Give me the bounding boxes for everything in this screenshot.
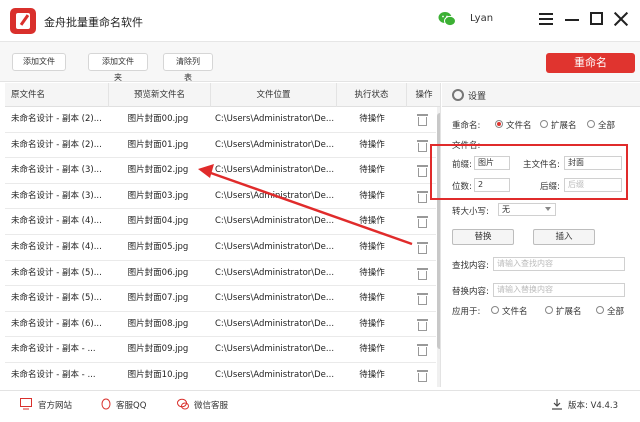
wechat-support-link[interactable]: 微信客服 — [194, 399, 228, 411]
version-label: 版本: V4.4.3 — [568, 401, 619, 411]
qq-icon — [101, 398, 111, 410]
monitor-icon — [20, 398, 32, 410]
annotation-arrow — [198, 164, 413, 246]
download-icon[interactable] — [551, 398, 563, 410]
status-bar: 官方网站 客服QQ 微信客服 版本: V4.4.3 — [0, 390, 640, 422]
official-website-link[interactable]: 官方网站 — [38, 399, 72, 411]
wechat-support-icon — [177, 398, 189, 410]
qq-support-link[interactable]: 客服QQ — [116, 399, 146, 411]
